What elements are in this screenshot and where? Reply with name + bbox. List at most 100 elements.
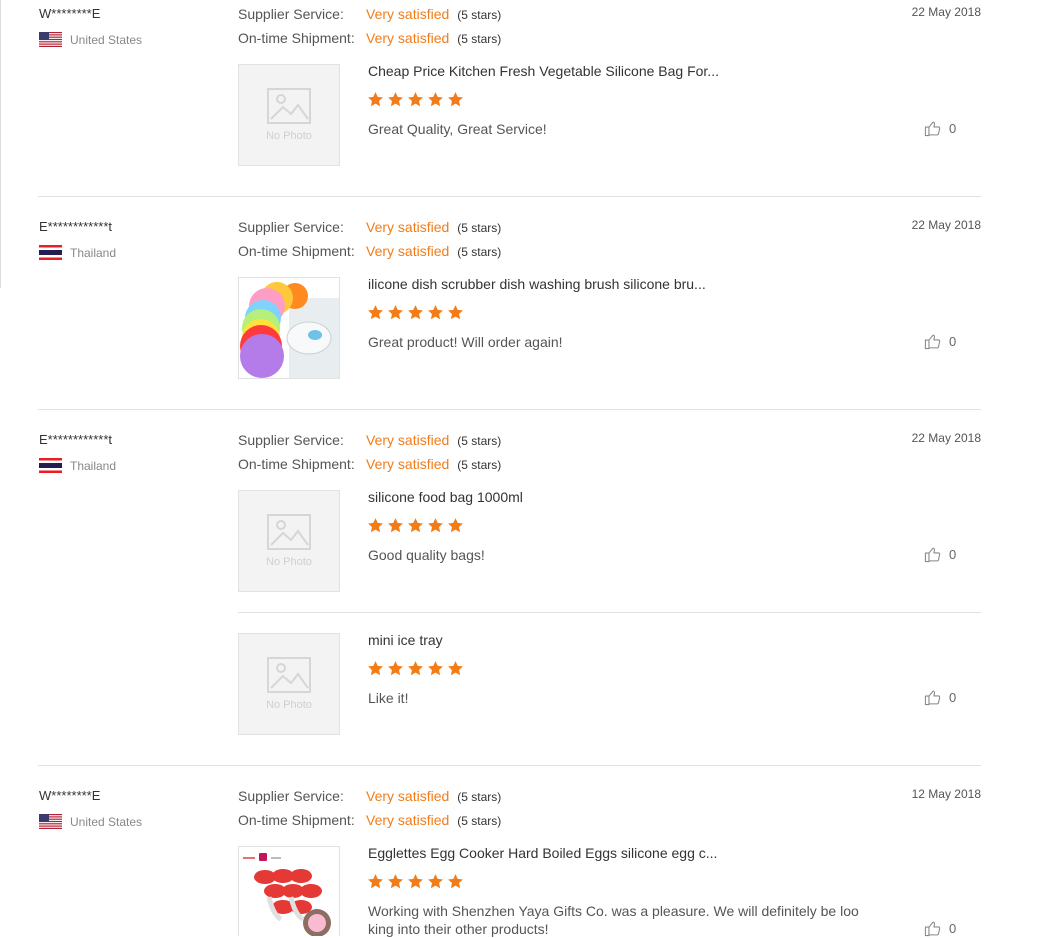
star-icon	[428, 661, 443, 676]
buyer-name: W********E	[39, 788, 101, 803]
thailand-flag-icon	[39, 245, 62, 260]
like-button[interactable]: 0	[924, 333, 956, 350]
star-icon	[368, 874, 383, 889]
review-separator	[38, 765, 981, 766]
thumbs-up-icon	[924, 690, 941, 706]
supplier-service-stars: (5 stars)	[457, 221, 502, 235]
ontime-shipment-label: On-time Shipment:	[238, 456, 355, 472]
review-comment: Great Quality, Great Service!	[368, 121, 547, 137]
thumbs-up-icon	[924, 921, 941, 937]
star-icon	[368, 92, 383, 107]
like-count: 0	[949, 121, 957, 136]
product-thumbnail[interactable]	[238, 846, 340, 936]
supplier-service-stars: (5 stars)	[457, 790, 502, 804]
product-title[interactable]: silicone food bag 1000ml	[368, 489, 523, 505]
product-thumbnail[interactable]: No Photo	[238, 633, 340, 735]
like-button[interactable]: 0	[924, 120, 956, 137]
ontime-shipment-value: Very satisfied	[366, 30, 450, 46]
us-flag-icon	[39, 814, 62, 829]
product-thumbnail[interactable]	[238, 277, 340, 379]
no-photo-placeholder: No Photo	[239, 65, 339, 165]
no-photo-label: No Photo	[266, 556, 312, 568]
supplier-service-rating: Supplier Service: Very satisfied (5 stars)	[238, 788, 501, 804]
supplier-service-rating: Supplier Service: Very satisfied (5 stars)	[238, 432, 501, 448]
ontime-shipment-value: Very satisfied	[366, 243, 450, 259]
supplier-service-rating: Supplier Service: Very satisfied (5 stars)	[238, 6, 501, 22]
supplier-service-stars: (5 stars)	[457, 8, 502, 22]
buyer-country: Thailand	[39, 458, 116, 473]
review-comment: Like it!	[368, 690, 409, 706]
thumbs-up-icon	[924, 547, 941, 563]
ontime-shipment-label: On-time Shipment:	[238, 243, 355, 259]
supplier-service-value: Very satisfied	[366, 219, 450, 235]
no-photo-label: No Photo	[266, 699, 312, 711]
product-title[interactable]: mini ice tray	[368, 632, 443, 648]
star-icon	[388, 305, 403, 320]
supplier-service-value: Very satisfied	[366, 6, 450, 22]
country-name: United States	[70, 32, 143, 47]
buyer-name: W********E	[39, 6, 101, 21]
ontime-shipment-label: On-time Shipment:	[238, 30, 355, 46]
product-thumbnail[interactable]: No Photo	[238, 490, 340, 592]
review-comment: Good quality bags!	[368, 547, 485, 563]
country-name: Thailand	[70, 245, 117, 260]
product-thumbnail[interactable]: No Photo	[238, 64, 340, 166]
no-photo-placeholder: No Photo	[239, 491, 339, 591]
supplier-service-label: Supplier Service:	[238, 788, 344, 804]
thumbs-up-icon	[924, 121, 941, 137]
image-placeholder-icon	[267, 657, 311, 693]
star-icon	[428, 92, 443, 107]
ontime-shipment-rating: On-time Shipment: Very satisfied (5 stars)	[238, 243, 501, 259]
like-count: 0	[949, 334, 957, 349]
silicone-scrubbers-photo	[239, 278, 339, 378]
egg-cooker-photo	[239, 847, 339, 936]
left-edge-divider	[0, 0, 1, 288]
like-button[interactable]: 0	[924, 546, 956, 563]
review-comment: Working with Shenzhen Yaya Gifts Co. was…	[368, 903, 859, 937]
buyer-country: United States	[39, 32, 142, 47]
ontime-shipment-rating: On-time Shipment: Very satisfied (5 stars)	[238, 30, 501, 46]
supplier-service-value: Very satisfied	[366, 432, 450, 448]
product-title[interactable]: Cheap Price Kitchen Fresh Vegetable Sili…	[368, 63, 719, 79]
star-icon	[388, 661, 403, 676]
ontime-shipment-stars: (5 stars)	[457, 814, 502, 828]
product-star-rating	[367, 873, 464, 890]
like-button[interactable]: 0	[924, 689, 956, 706]
like-button[interactable]: 0	[924, 920, 956, 937]
review-date: 22 May 2018	[911, 431, 981, 445]
star-icon	[448, 305, 463, 320]
image-placeholder-icon	[267, 514, 311, 550]
product-star-rating	[367, 304, 464, 321]
product-title[interactable]: Egglettes Egg Cooker Hard Boiled Eggs si…	[368, 845, 717, 861]
like-count: 0	[949, 921, 957, 936]
star-icon	[408, 518, 423, 533]
star-icon	[388, 518, 403, 533]
buyer-name: E************t	[39, 432, 112, 447]
ontime-shipment-stars: (5 stars)	[457, 458, 502, 472]
us-flag-icon	[39, 32, 62, 47]
like-count: 0	[949, 547, 957, 562]
ontime-shipment-stars: (5 stars)	[457, 32, 502, 46]
star-icon	[388, 92, 403, 107]
star-icon	[408, 874, 423, 889]
product-star-rating	[367, 91, 464, 108]
review-separator	[38, 409, 981, 410]
star-icon	[428, 518, 443, 533]
country-name: United States	[70, 814, 143, 829]
image-placeholder-icon	[267, 88, 311, 124]
star-icon	[448, 92, 463, 107]
review-comment: Great product! Will order again!	[368, 334, 563, 350]
star-icon	[408, 92, 423, 107]
product-title[interactable]: ilicone dish scrubber dish washing brush…	[368, 276, 706, 292]
buyer-name: E************t	[39, 219, 112, 234]
review-date: 12 May 2018	[911, 787, 981, 801]
thumbs-up-icon	[924, 334, 941, 350]
ontime-shipment-rating: On-time Shipment: Very satisfied (5 stars)	[238, 456, 501, 472]
star-icon	[408, 661, 423, 676]
review-date: 22 May 2018	[911, 5, 981, 19]
star-icon	[448, 518, 463, 533]
ontime-shipment-value: Very satisfied	[366, 812, 450, 828]
ontime-shipment-value: Very satisfied	[366, 456, 450, 472]
star-icon	[408, 305, 423, 320]
product-star-rating	[367, 660, 464, 677]
